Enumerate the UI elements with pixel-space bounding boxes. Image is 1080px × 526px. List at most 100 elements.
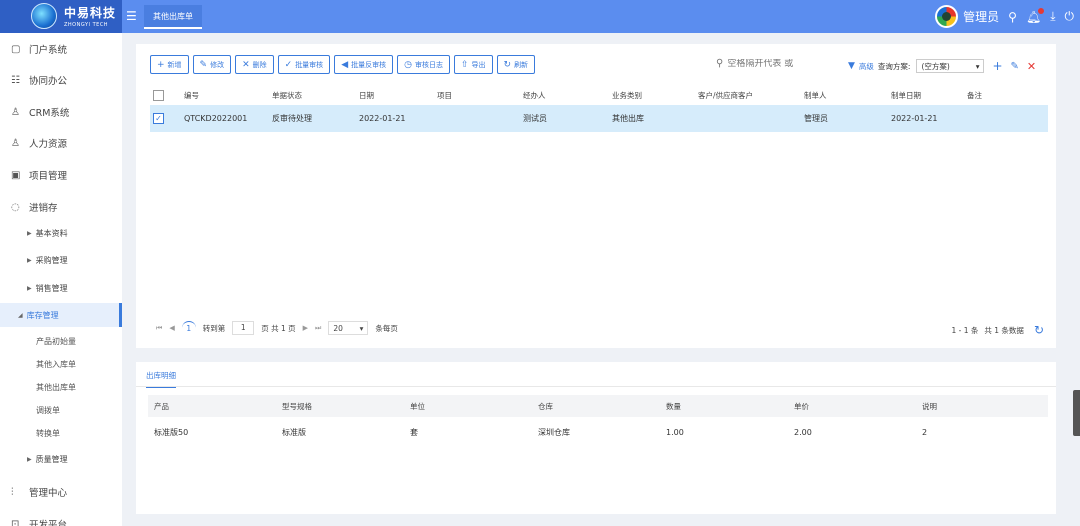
sidebar-item-other-inbound[interactable]: 其他入库单 (36, 354, 76, 376)
sidebar-item-transfer[interactable]: 调拨单 (36, 400, 60, 422)
column-header[interactable]: 说明 (922, 395, 937, 417)
edit-button[interactable]: ✎ 修改 (192, 55, 232, 74)
undo-icon: ◀ (341, 59, 349, 70)
caret-right-icon: ▶ (27, 455, 32, 463)
audit-log-button[interactable]: ◷ 审核日志 (397, 55, 450, 74)
sidebar-item-other-outbound[interactable]: 其他出库单 (36, 377, 76, 399)
power-icon[interactable]: ⏻ (1065, 9, 1075, 24)
column-header[interactable]: 数量 (666, 395, 681, 417)
filter-icon[interactable]: ▼ (848, 61, 855, 71)
side-float-tab[interactable] (1073, 390, 1080, 436)
reload-icon[interactable]: ↻ (1034, 323, 1044, 337)
refresh-icon: ↻ (503, 59, 512, 70)
sidebar-item-label: 门户系统 (29, 45, 68, 56)
download-icon[interactable]: ⤓ (1050, 9, 1055, 24)
sidebar-item-sales[interactable]: ▶ 销售管理 (0, 276, 122, 300)
project-icon: ▣ (11, 169, 21, 181)
button-label: 新增 (167, 60, 182, 69)
sidebar-item-portal[interactable]: ▢ 门户系统 (0, 36, 122, 62)
sidebar-item-label: 项目管理 (29, 171, 68, 182)
sidebar-item-stock[interactable]: ◢ 库存管理 (0, 303, 122, 327)
next-page-icon[interactable]: ▶ (303, 324, 308, 332)
prev-page-icon[interactable]: ◀ (169, 324, 174, 332)
sidebar-item-hr[interactable]: ♙ 人力资源 (0, 130, 122, 156)
sidebar-item-basic-data[interactable]: ▶ 基本资料 (0, 221, 122, 245)
sidebar-item-admin[interactable]: ⫶ 管理中心 (0, 479, 122, 505)
username[interactable]: 管理员 (963, 8, 999, 25)
page-input[interactable]: 1 (232, 321, 255, 335)
cell-handler: 测试员 (523, 114, 547, 123)
portal-icon: ▢ (11, 43, 21, 55)
first-page-icon[interactable]: ⏮ (156, 324, 162, 333)
column-header[interactable]: 单价 (794, 395, 809, 417)
last-page-icon[interactable]: ⏭ (315, 324, 321, 333)
column-header[interactable]: 备注 (967, 85, 982, 105)
sidebar-item-project[interactable]: ▣ 项目管理 (0, 162, 122, 188)
column-header[interactable]: 仓库 (538, 395, 553, 417)
column-header[interactable]: 日期 (359, 85, 374, 105)
column-header[interactable]: 制单日期 (891, 85, 921, 105)
button-label: 批量审核 (295, 60, 324, 69)
sidebar-item-crm[interactable]: ♙ CRM系统 (0, 99, 122, 125)
column-header[interactable]: 编号 (184, 85, 199, 105)
current-page[interactable]: 1 (181, 321, 196, 335)
column-header[interactable]: 产品 (154, 395, 169, 417)
page-size-select[interactable]: 20 ▾ (328, 321, 369, 335)
search-icon[interactable]: ⚲ (1008, 10, 1017, 24)
delete-icon: ✕ (242, 59, 250, 70)
button-label: 导出 (471, 60, 486, 69)
sidebar-item-purchase[interactable]: ▶ 采购管理 (0, 248, 122, 272)
sidebar-item-label: 人力资源 (29, 139, 68, 150)
select-all-checkbox[interactable] (153, 85, 164, 105)
column-header[interactable]: 型号规格 (282, 395, 312, 417)
caret-down-icon: ◢ (18, 311, 23, 319)
table-row[interactable]: ✓ QTCKD2022001 反审待处理 2022-01-21 测试员 其他出库… (150, 105, 1048, 132)
column-header[interactable]: 制单人 (804, 85, 827, 105)
sidebar: ▢ 门户系统 ☷ 协同办公 ♙ CRM系统 ♙ 人力资源 ▣ 项目管理 ◌ 进销存 ▶ 基本资… (0, 33, 122, 526)
batch-unapprove-button[interactable]: ◀ 批量反审核 (334, 55, 394, 74)
bell-icon[interactable]: 🔔︎ (1026, 7, 1045, 24)
column-header[interactable]: 项目 (437, 85, 452, 105)
sidebar-item-quality[interactable]: ▶ 质量管理 (0, 447, 122, 471)
refresh-button[interactable]: ↻ 刷新 (496, 55, 536, 74)
chevron-down-icon: ▾ (359, 323, 364, 333)
tab-other-outbound[interactable]: 其他出库单 (144, 5, 202, 29)
cell-status: 反审待处理 (272, 114, 312, 123)
user-area: 管理员 ⚲ 🔔︎ ⤓ ⏻ (935, 0, 1074, 33)
sidebar-item-dev[interactable]: ⊡ 开发平台 (0, 511, 122, 526)
delete-scheme-icon[interactable]: ✕ (1027, 60, 1036, 73)
sidebar-item-label: 采购管理 (35, 255, 68, 265)
scheme-label: 查询方案: (877, 61, 911, 71)
cell-date: 2022-01-21 (359, 114, 406, 123)
add-button[interactable]: + 新增 (150, 55, 189, 74)
logo[interactable]: 中易科技 ZHONGYI TECH (0, 0, 122, 33)
column-header[interactable]: 单据状态 (272, 85, 302, 105)
checkbox[interactable] (153, 89, 164, 101)
column-header[interactable]: 客户/供应商客户 (698, 85, 753, 105)
goto-label: 转到第 (202, 323, 226, 333)
sidebar-item-initial-qty[interactable]: 产品初始量 (36, 331, 76, 353)
sidebar-item-inventory[interactable]: ◌ 进销存 (0, 194, 122, 220)
scheme-select[interactable]: (空方案) ▾ (916, 59, 985, 73)
column-header[interactable]: 单位 (410, 395, 425, 417)
row-checkbox[interactable]: ✓ (153, 105, 164, 132)
checkbox[interactable]: ✓ (153, 113, 164, 124)
button-label: 刷新 (514, 60, 529, 69)
add-scheme-icon[interactable]: + (992, 59, 1002, 73)
search-input[interactable] (727, 58, 838, 69)
edit-scheme-icon[interactable]: ✎ (1011, 61, 1019, 72)
column-header[interactable]: 经办人 (523, 85, 546, 105)
avatar[interactable] (935, 5, 959, 28)
sidebar-item-office[interactable]: ☷ 协同办公 (0, 67, 122, 93)
export-icon: ⇧ (460, 59, 469, 70)
batch-approve-button[interactable]: ✓ 批量审核 (277, 55, 331, 74)
log-icon: ◷ (404, 59, 412, 70)
menu-icon[interactable]: ☰ (126, 9, 137, 23)
export-button[interactable]: ⇧ 导出 (453, 55, 493, 74)
delete-button[interactable]: ✕ 删除 (235, 55, 274, 74)
advanced-search-link[interactable]: 高级 (859, 61, 874, 72)
column-header[interactable]: 业务类别 (612, 85, 642, 105)
table-row[interactable]: 标准版50 标准版 套 深圳仓库 1.00 2.00 2 (148, 421, 1048, 443)
cell-product: 标准版50 (154, 427, 189, 437)
sidebar-item-conversion[interactable]: 转换单 (36, 423, 60, 445)
